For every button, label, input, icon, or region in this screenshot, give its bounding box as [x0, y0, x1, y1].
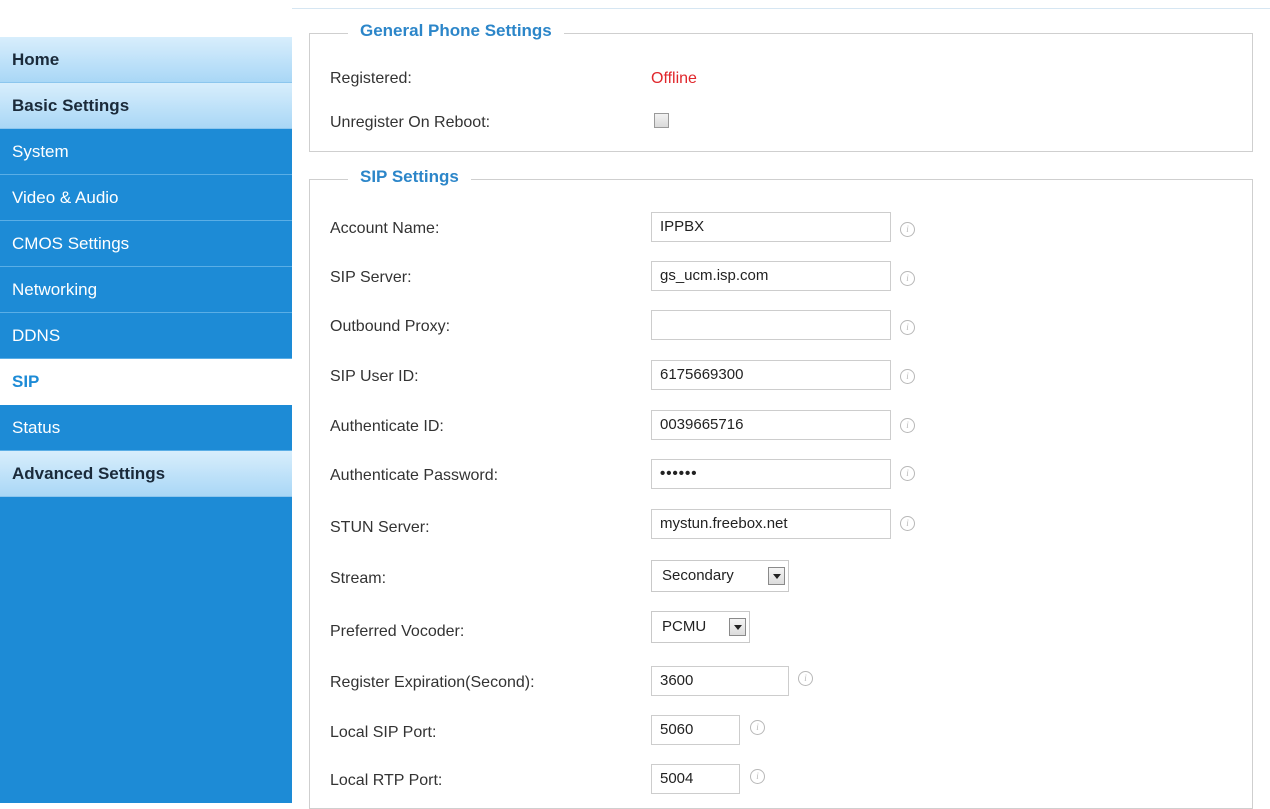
- local-rtp-port-label: Local RTP Port:: [330, 772, 443, 789]
- local-sip-port-input[interactable]: 5060: [651, 715, 740, 745]
- stream-select[interactable]: Secondary: [651, 560, 789, 592]
- main-content: General Phone Settings Registered: Offli…: [292, 0, 1270, 809]
- sidebar-item-system[interactable]: System: [0, 129, 292, 175]
- sidebar-item-ddns[interactable]: DDNS: [0, 313, 292, 359]
- info-icon: i: [900, 516, 915, 531]
- info-icon: i: [798, 671, 813, 686]
- local-rtp-port-input[interactable]: 5004: [651, 764, 740, 794]
- stream-label: Stream:: [330, 570, 387, 587]
- sip-server-label: SIP Server:: [330, 269, 412, 286]
- preferred-vocoder-value: PCMU: [662, 618, 707, 635]
- account-name-input[interactable]: IPPBX: [651, 212, 891, 242]
- sip-user-id-label: SIP User ID:: [330, 368, 419, 385]
- sidebar-item-label: Networking: [12, 279, 98, 299]
- chevron-down-icon[interactable]: [729, 618, 746, 636]
- local-sip-port-label: Local SIP Port:: [330, 724, 437, 741]
- info-icon: i: [900, 222, 915, 237]
- stun-server-label: STUN Server:: [330, 519, 430, 536]
- register-expiration-label: Register Expiration(Second):: [330, 674, 535, 691]
- sidebar-item-label: Video & Audio: [12, 187, 119, 207]
- info-icon: i: [750, 769, 765, 784]
- registered-label: Registered:: [330, 70, 412, 87]
- sidebar-item-label: Home: [12, 49, 60, 69]
- sidebar-item-label: Basic Settings: [12, 95, 130, 115]
- sidebar-item-label: Status: [12, 417, 61, 437]
- info-icon: i: [900, 418, 915, 433]
- general-phone-settings-group: General Phone Settings Registered: Offli…: [309, 21, 1253, 152]
- sidebar-item-basic-settings[interactable]: Basic Settings: [0, 83, 292, 129]
- outbound-proxy-label: Outbound Proxy:: [330, 318, 451, 335]
- sidebar-item-label: DDNS: [12, 325, 61, 345]
- sidebar-item-networking[interactable]: Networking: [0, 267, 292, 313]
- sip-server-input[interactable]: gs_ucm.isp.com: [651, 261, 891, 291]
- top-divider: [292, 8, 1270, 9]
- outbound-proxy-input[interactable]: [651, 310, 891, 340]
- register-expiration-input[interactable]: 3600: [651, 666, 789, 696]
- sidebar-item-label: SIP: [12, 371, 40, 391]
- authenticate-password-label: Authenticate Password:: [330, 467, 499, 484]
- account-name-label: Account Name:: [330, 220, 440, 237]
- sidebar-item-label: CMOS Settings: [12, 233, 130, 253]
- preferred-vocoder-select[interactable]: PCMU: [651, 611, 750, 643]
- info-icon: i: [750, 720, 765, 735]
- authenticate-id-input[interactable]: 0039665716: [651, 410, 891, 440]
- sip-user-id-input[interactable]: 6175669300: [651, 360, 891, 390]
- info-icon: i: [900, 271, 915, 286]
- stun-server-input[interactable]: mystun.freebox.net: [651, 509, 891, 539]
- authenticate-id-label: Authenticate ID:: [330, 418, 444, 435]
- unregister-on-reboot-checkbox[interactable]: [654, 113, 669, 128]
- sidebar-item-home[interactable]: Home: [0, 37, 292, 83]
- sidebar-item-sip[interactable]: SIP: [0, 359, 292, 405]
- section-title: SIP Settings: [348, 167, 471, 187]
- registered-status: Offline: [651, 70, 697, 87]
- preferred-vocoder-label: Preferred Vocoder:: [330, 623, 465, 640]
- stream-select-value: Secondary: [662, 567, 734, 584]
- sidebar-item-advanced-settings[interactable]: Advanced Settings: [0, 451, 292, 497]
- sidebar-item-cmos-settings[interactable]: CMOS Settings: [0, 221, 292, 267]
- chevron-down-icon[interactable]: [768, 567, 785, 585]
- section-title: General Phone Settings: [348, 21, 564, 41]
- sidebar-item-label: Advanced Settings: [12, 463, 166, 483]
- unregister-on-reboot-label: Unregister On Reboot:: [330, 114, 491, 131]
- sidebar: Home Basic Settings System Video & Audio…: [0, 0, 292, 803]
- info-icon: i: [900, 369, 915, 384]
- sidebar-item-video-audio[interactable]: Video & Audio: [0, 175, 292, 221]
- info-icon: i: [900, 466, 915, 481]
- sip-settings-group: SIP Settings Account Name: IPPBX i SIP S…: [309, 167, 1253, 809]
- sidebar-item-status[interactable]: Status: [0, 405, 292, 451]
- info-icon: i: [900, 320, 915, 335]
- sidebar-item-label: System: [12, 141, 69, 161]
- authenticate-password-input[interactable]: ••••••: [651, 459, 891, 489]
